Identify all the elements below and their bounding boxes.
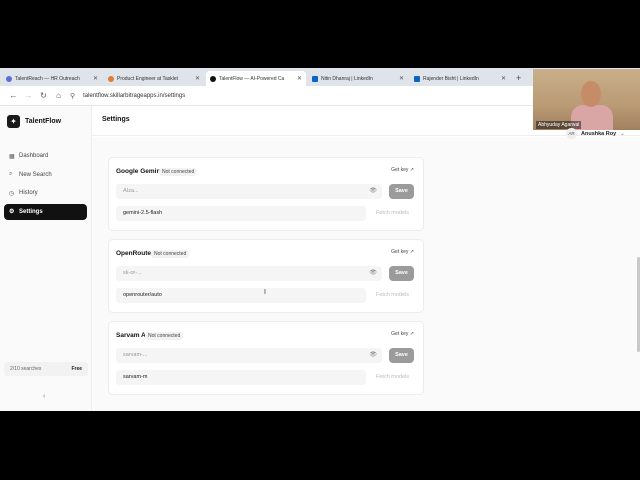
brand[interactable]: ✦ TalentFlow xyxy=(0,106,91,136)
reload-icon[interactable]: ↻ xyxy=(36,91,51,100)
browser-tab-active[interactable]: TalentFlow — AI-Powered Ca ✕ xyxy=(206,71,306,86)
logo-icon: ✦ xyxy=(7,114,20,128)
new-tab-icon[interactable]: + xyxy=(516,71,521,86)
sidebar-item-new-search[interactable]: ⌕ New Search xyxy=(4,167,87,183)
tab-favicon-icon xyxy=(6,75,12,82)
api-key-input[interactable]: sk-or-... 👁 xyxy=(116,266,382,281)
status-badge: Not connected xyxy=(151,250,190,258)
tab-label: Product Engineer at Tasklet xyxy=(117,75,179,82)
user-menu[interactable]: AR Anushka Roy ⌄ xyxy=(566,128,625,139)
api-key-input[interactable]: sarvam-... 👁 xyxy=(116,348,382,363)
back-icon[interactable]: ← xyxy=(6,91,21,100)
provider-name: Sarvam AI xyxy=(116,332,148,339)
history-icon: ◷ xyxy=(9,190,15,197)
api-key-input[interactable]: AIza... 👁 xyxy=(116,184,382,199)
plan-badge: Free xyxy=(71,366,82,372)
sidebar-item-label: Dashboard xyxy=(19,153,49,159)
close-icon[interactable]: ✕ xyxy=(399,75,404,82)
provider-name: OpenRouter xyxy=(116,250,154,257)
dashboard-icon: ▦ xyxy=(9,153,15,160)
close-icon[interactable]: ✕ xyxy=(93,75,98,82)
provider-name: Google Gemini xyxy=(116,168,163,175)
sidebar-nav: ▦ Dashboard ⌕ New Search ◷ History ⚙ Set… xyxy=(0,148,91,220)
provider-card-gemini: Google Gemini Not connected Get key ↗ AI… xyxy=(108,157,424,231)
sidebar-item-label: History xyxy=(19,190,38,196)
home-icon[interactable]: ⌂ xyxy=(51,91,66,100)
eye-icon[interactable]: 👁 xyxy=(369,266,377,281)
page-title: Settings xyxy=(102,116,130,123)
sidebar: ✦ TalentFlow ▦ Dashboard ⌕ New Search ◷ … xyxy=(0,106,92,411)
forward-icon[interactable]: → xyxy=(21,91,36,100)
chevron-down-icon: ⌄ xyxy=(620,130,625,137)
linkedin-icon xyxy=(312,75,318,82)
status-badge: Not connected xyxy=(159,168,198,176)
tab-favicon-icon xyxy=(210,75,216,82)
brand-name: TalentFlow xyxy=(25,117,62,125)
provider-card-openrouter: OpenRouter Not connected Get key ↗ sk-or… xyxy=(108,239,424,313)
save-button[interactable]: Save xyxy=(389,266,414,281)
model-input[interactable]: gemini-2.5-flash xyxy=(116,206,366,221)
save-button[interactable]: Save xyxy=(389,348,414,363)
tab-label: Rajender Bisht | LinkedIn xyxy=(423,75,479,82)
text-cursor-icon: I xyxy=(264,289,266,296)
site-info-icon[interactable]: ⚲ xyxy=(70,92,75,100)
collapse-sidebar-icon[interactable]: ‹ xyxy=(43,393,45,400)
sidebar-item-dashboard[interactable]: ▦ Dashboard xyxy=(4,148,87,164)
usage-indicator: 2/10 searches Free xyxy=(4,362,88,376)
person-face xyxy=(581,81,601,107)
close-icon[interactable]: ✕ xyxy=(195,75,200,82)
linkedin-icon xyxy=(414,75,420,82)
close-icon[interactable]: ✕ xyxy=(501,75,506,82)
browser-tab[interactable]: TalentReach — HR Outreach ✕ xyxy=(2,71,102,86)
fetch-models-button[interactable]: Fetch models xyxy=(376,374,409,380)
sidebar-item-label: New Search xyxy=(19,171,52,178)
sidebar-item-settings[interactable]: ⚙ Settings xyxy=(4,203,87,220)
browser-tab[interactable]: Product Engineer at Tasklet ✕ xyxy=(104,71,204,86)
get-key-link[interactable]: Get key ↗ xyxy=(391,331,414,337)
model-input[interactable]: openrouter/auto xyxy=(116,288,366,303)
settings-content: Google Gemini Not connected Get key ↗ AI… xyxy=(92,137,640,411)
get-key-link[interactable]: Get key ↗ xyxy=(391,167,414,173)
tab-label: TalentReach — HR Outreach xyxy=(15,75,80,82)
gear-icon: ⚙ xyxy=(9,209,15,215)
sidebar-item-label: Settings xyxy=(19,208,43,215)
fetch-models-button[interactable]: Fetch models xyxy=(376,210,409,216)
tab-label: Nitin Dhanraj | LinkedIn xyxy=(321,75,373,82)
browser-tab[interactable]: Nitin Dhanraj | LinkedIn ✕ xyxy=(308,71,408,86)
user-name: Anushka Roy xyxy=(581,130,617,137)
browser-tab[interactable]: Rajender Bisht | LinkedIn ✕ xyxy=(410,71,510,86)
close-icon[interactable]: ✕ xyxy=(297,75,302,82)
status-badge: Not connected xyxy=(145,332,184,340)
provider-card-sarvam: Sarvam AI Not connected Get key ↗ sarvam… xyxy=(108,321,424,395)
save-button[interactable]: Save xyxy=(389,184,414,199)
usage-count: 2/10 searches xyxy=(10,366,42,372)
url-field[interactable]: talentflow.skillarbitrageapps.in/setting… xyxy=(83,93,185,99)
sidebar-item-history[interactable]: ◷ History xyxy=(4,185,87,201)
search-icon: ⌕ xyxy=(9,171,13,177)
tab-label: TalentFlow — AI-Powered Ca xyxy=(219,75,285,82)
avatar: AR xyxy=(566,128,577,139)
get-key-link[interactable]: Get key ↗ xyxy=(391,249,414,255)
eye-icon[interactable]: 👁 xyxy=(369,348,377,363)
model-input[interactable]: sarvam-m xyxy=(116,370,366,385)
eye-icon[interactable]: 👁 xyxy=(369,184,377,199)
fetch-models-button[interactable]: Fetch models xyxy=(376,292,409,298)
webcam-overlay: Abhyuday Agarwal xyxy=(533,69,640,130)
tab-favicon-icon xyxy=(108,75,114,82)
